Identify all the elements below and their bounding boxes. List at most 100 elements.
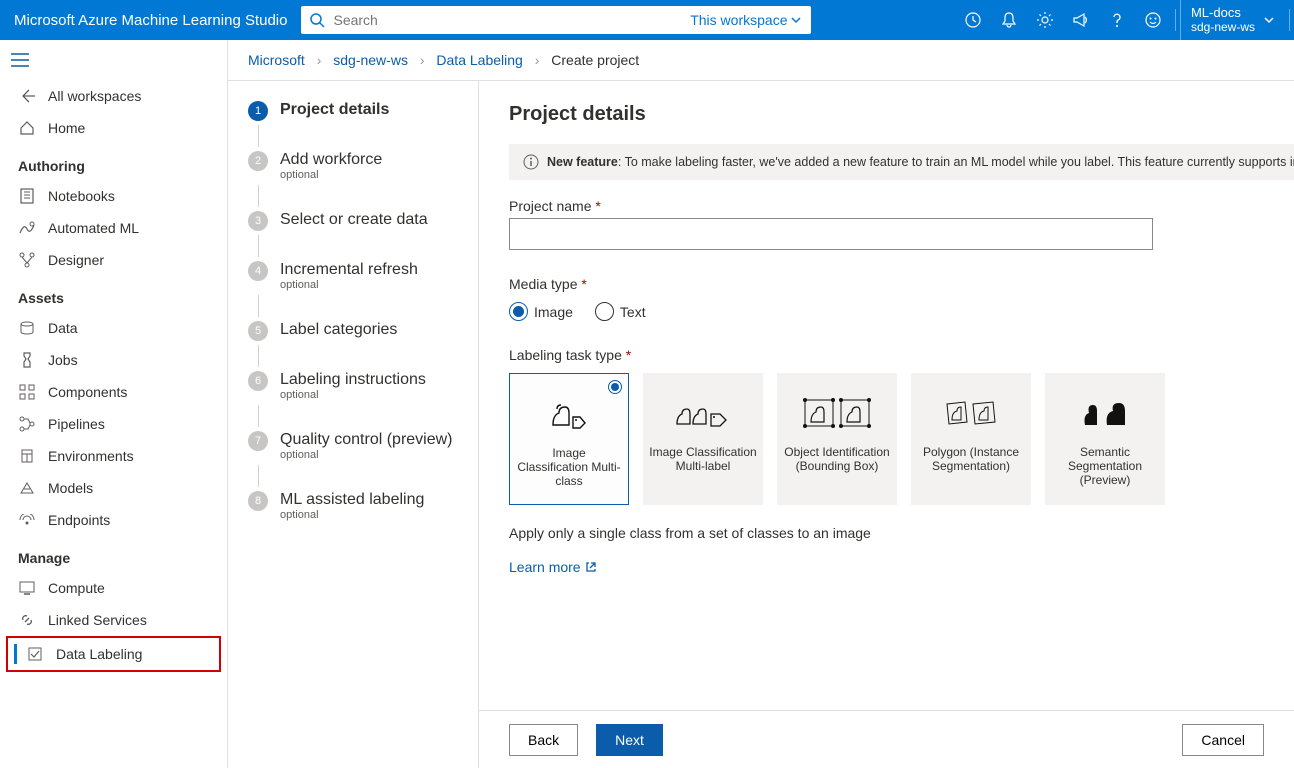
link-icon [18,612,36,628]
highlight-box: Data Labeling [6,636,221,672]
chevron-right-icon: › [535,52,540,68]
task-object-identification[interactable]: Object Identification (Bounding Box) [777,373,897,505]
task-label: Semantic Segmentation (Preview) [1051,445,1159,487]
search-box[interactable]: This workspace [301,6,811,34]
dog-tag-icon [547,392,591,436]
nav-endpoints[interactable]: Endpoints [0,504,227,536]
data-icon [18,321,36,335]
nav-label: Compute [48,580,105,596]
step-number: 2 [248,151,268,171]
step-labeling-instructions[interactable]: 6 Labeling instructionsoptional [248,371,468,401]
step-label: Label categories [280,321,397,339]
radio-image[interactable]: Image [509,302,573,321]
gear-icon[interactable] [1027,0,1063,40]
project-name-input[interactable] [509,218,1153,250]
account-workspace: sdg-new-ws [1191,20,1255,34]
top-bar: Microsoft Azure Machine Learning Studio … [0,0,1294,40]
search-input[interactable] [333,7,680,33]
nav-notebooks[interactable]: Notebooks [0,180,227,212]
arrow-left-icon [18,88,36,104]
step-number: 4 [248,261,268,281]
step-connector [258,295,259,317]
nav-data[interactable]: Data [0,312,227,344]
step-number: 7 [248,431,268,451]
nav-environments[interactable]: Environments [0,440,227,472]
nav-linked-services[interactable]: Linked Services [0,604,227,636]
breadcrumb-link[interactable]: Microsoft [248,52,305,68]
breadcrumb: Microsoft › sdg-new-ws › Data Labeling ›… [228,40,1294,80]
nav-designer[interactable]: Designer [0,244,227,276]
nav-compute[interactable]: Compute [0,572,227,604]
radio-text[interactable]: Text [595,302,646,321]
step-optional: optional [280,279,418,291]
main-content: Project details New feature: To make lab… [478,81,1294,768]
breadcrumb-link[interactable]: sdg-new-ws [333,52,408,68]
step-connector [258,125,259,147]
chevron-right-icon: › [420,52,425,68]
nav-components[interactable]: Components [0,376,227,408]
nav-home[interactable]: Home [0,112,227,144]
task-semantic-segmentation[interactable]: Semantic Segmentation (Preview) [1045,373,1165,505]
hamburger-button[interactable] [0,40,40,80]
bell-icon[interactable] [991,0,1027,40]
step-select-data[interactable]: 3 Select or create data [248,211,468,231]
task-label: Image Classification Multi-label [649,445,757,473]
step-label: Incremental refresh [280,261,418,279]
nav-all-workspaces[interactable]: All workspaces [0,80,227,112]
step-quality-control[interactable]: 7 Quality control (preview)optional [248,431,468,461]
step-incremental-refresh[interactable]: 4 Incremental refreshoptional [248,261,468,291]
environments-icon [18,448,36,464]
nav-label: Models [48,480,93,496]
endpoints-icon [18,514,36,526]
breadcrumb-link[interactable]: Data Labeling [436,52,522,68]
nav-automl[interactable]: Automated ML [0,212,227,244]
task-polygon-segmentation[interactable]: Polygon (Instance Segmentation) [911,373,1031,505]
nav-section-manage: Manage [0,536,227,572]
step-ml-assisted[interactable]: 8 ML assisted labelingoptional [248,491,468,521]
chevron-down-icon [1263,14,1275,26]
external-link-icon [585,561,597,573]
search-scope-dropdown[interactable]: This workspace [680,12,811,28]
feedback-icon[interactable] [1135,0,1171,40]
nav-jobs[interactable]: Jobs [0,344,227,376]
help-icon[interactable] [1099,0,1135,40]
step-connector [258,465,259,487]
task-label: Polygon (Instance Segmentation) [917,445,1025,473]
bounding-box-icon [801,391,873,435]
info-banner: New feature: To make labeling faster, we… [509,144,1294,180]
nav-label: Designer [48,252,104,268]
radio-circle [509,302,528,321]
nav-pipelines[interactable]: Pipelines [0,408,227,440]
learn-more-label: Learn more [509,559,581,575]
step-project-details[interactable]: 1 Project details [248,101,468,121]
learn-more-link[interactable]: Learn more [509,559,1294,575]
next-button[interactable]: Next [596,724,663,756]
nav-label: Environments [48,448,134,464]
task-image-classification-multilabel[interactable]: Image Classification Multi-label [643,373,763,505]
chevron-right-icon: › [317,52,322,68]
task-label: Object Identification (Bounding Box) [783,445,891,473]
step-add-workforce[interactable]: 2 Add workforceoptional [248,151,468,181]
nav-section-authoring: Authoring [0,144,227,180]
nav-label: Data [48,320,78,336]
step-optional: optional [280,389,426,401]
step-label-categories[interactable]: 5 Label categories [248,321,468,341]
nav-data-labeling[interactable]: Data Labeling [8,638,219,670]
cancel-button[interactable]: Cancel [1182,724,1264,756]
media-type-label: Media type * [509,276,1294,292]
media-type-radios: Image Text [509,302,1294,321]
chevron-down-icon [791,15,801,25]
compute-icon [18,581,36,595]
account-switcher[interactable]: ML-docs sdg-new-ws [1180,0,1285,40]
back-button[interactable]: Back [509,724,578,756]
search-scope-label: This workspace [690,12,787,28]
nav-models[interactable]: Models [0,472,227,504]
nav-section-assets: Assets [0,276,227,312]
silhouette-icon [1077,391,1133,435]
clock-icon[interactable] [955,0,991,40]
task-image-classification-multiclass[interactable]: Image Classification Multi-class [509,373,629,505]
labeling-icon [26,646,44,662]
megaphone-icon[interactable] [1063,0,1099,40]
task-type-label: Labeling task type * [509,347,1294,363]
step-number: 6 [248,371,268,391]
